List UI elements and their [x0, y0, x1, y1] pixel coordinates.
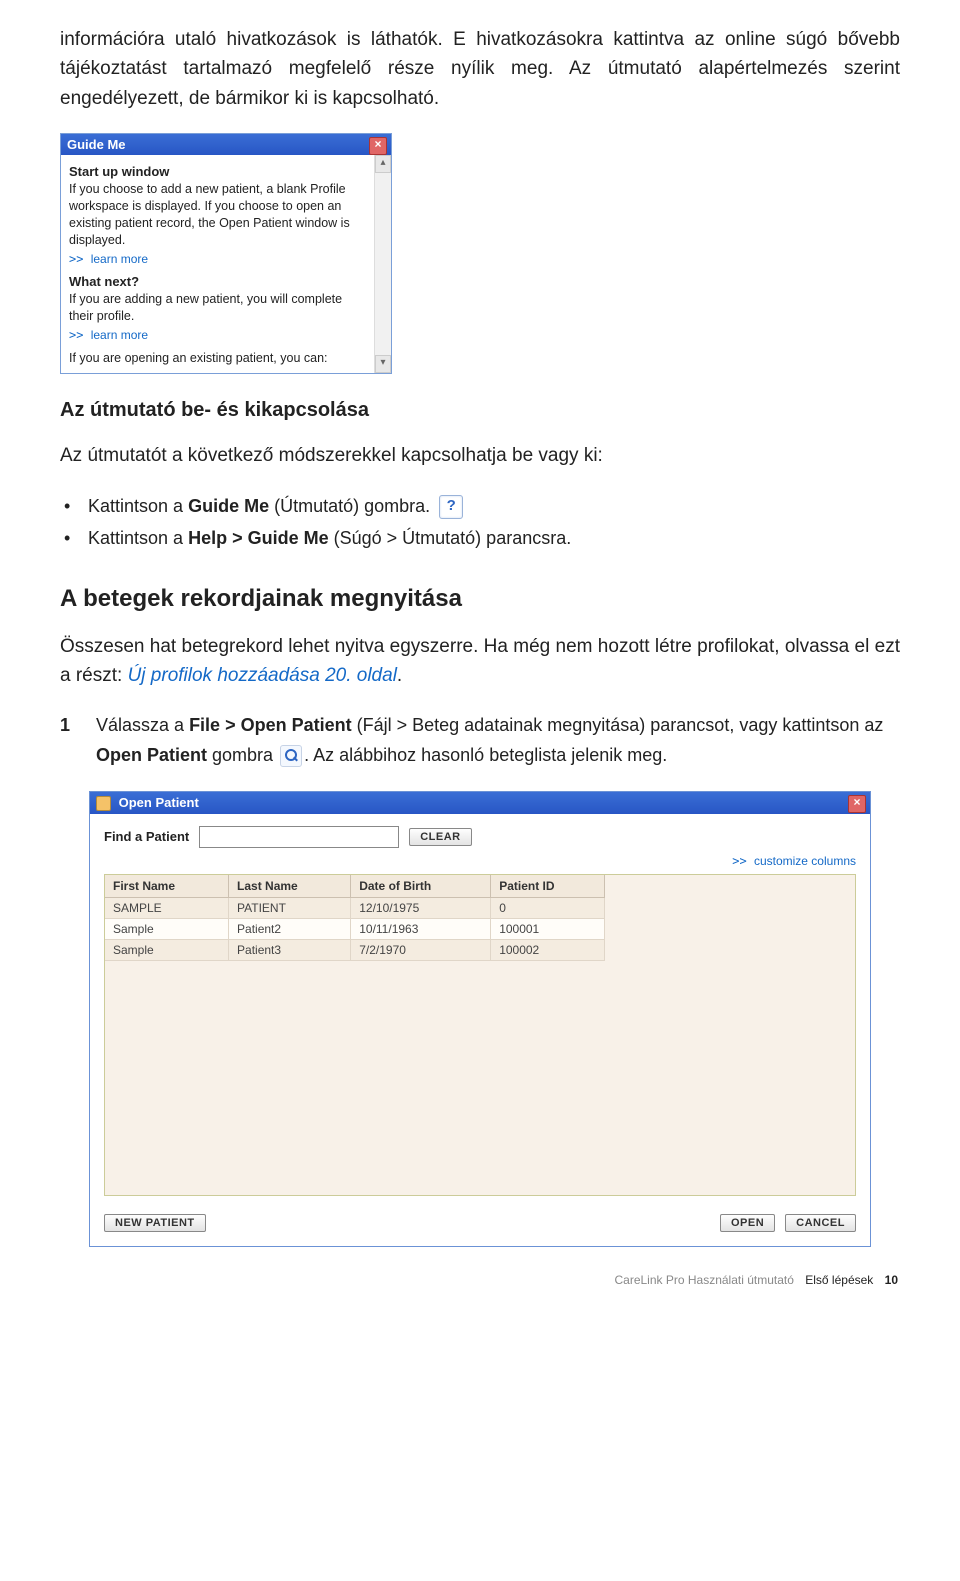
section-toggle-guide-intro: Az útmutatót a következő módszerekkel ka… — [60, 441, 900, 470]
patient-table[interactable]: First Name Last Name Date of Birth Patie… — [104, 874, 856, 1196]
step-number: 1 — [60, 710, 70, 741]
footer-page-number: 10 — [885, 1273, 898, 1287]
table-header-row: First Name Last Name Date of Birth Patie… — [105, 875, 605, 898]
section-open-records-heading: A betegek rekordjainak megnyitása — [60, 585, 900, 613]
col-dob[interactable]: Date of Birth — [351, 875, 491, 898]
guideme-window: Guide Me × Start up window If you choose… — [60, 133, 392, 374]
footer-section: Első lépések — [805, 1273, 873, 1287]
col-first-name[interactable]: First Name — [105, 875, 229, 898]
col-last-name[interactable]: Last Name — [229, 875, 351, 898]
section-toggle-guide-heading: Az útmutató be- és kikapcsolása — [60, 399, 900, 422]
app-icon — [96, 796, 111, 811]
bullet-guide-me: Kattintson a Guide Me (Útmutató) gombra.… — [60, 490, 900, 522]
footer-manual: CareLink Pro Használati útmutató — [614, 1273, 793, 1287]
intro-paragraph: információra utaló hivatkozások is látha… — [60, 25, 900, 113]
guideme-titlebar[interactable]: Guide Me × — [61, 134, 391, 155]
bullet-help-guide-me: Kattintson a Help > Guide Me (Súgó > Útm… — [60, 522, 900, 554]
open-patient-titlebar[interactable]: Open Patient × — [90, 792, 870, 814]
step-1: 1 Válassza a File > Open Patient (Fájl >… — [60, 710, 900, 771]
open-patient-title: Open Patient — [119, 795, 199, 810]
close-icon[interactable]: × — [369, 137, 387, 155]
table-row[interactable]: Sample Patient2 10/11/1963 100001 — [105, 918, 605, 939]
find-patient-input[interactable] — [199, 826, 399, 848]
open-patient-dialog: Open Patient × Find a Patient CLEAR cust… — [89, 791, 871, 1247]
gm-text-1: If you choose to add a new patient, a bl… — [69, 181, 369, 249]
scrollbar[interactable]: ▴ ▾ — [374, 155, 391, 373]
gm-heading-whatnext: What next? — [69, 274, 369, 289]
new-patient-button[interactable]: NEW PATIENT — [104, 1214, 206, 1232]
gm-text-2: If you are adding a new patient, you wil… — [69, 291, 369, 325]
cancel-button[interactable]: CANCEL — [785, 1214, 856, 1232]
page-footer: CareLink Pro Használati útmutató Első lé… — [60, 1273, 900, 1287]
find-patient-label: Find a Patient — [104, 829, 189, 844]
gm-text-3: If you are opening an existing patient, … — [69, 350, 369, 367]
open-button[interactable]: OPEN — [720, 1214, 775, 1232]
customize-columns-link[interactable]: customize columns — [90, 854, 870, 874]
question-icon: ? — [439, 495, 463, 519]
clear-button[interactable]: CLEAR — [409, 828, 471, 846]
gm-learnmore-1[interactable]: learn more — [69, 252, 369, 266]
scroll-down-icon[interactable]: ▾ — [375, 355, 391, 373]
table-row[interactable]: Sample Patient3 7/2/1970 100002 — [105, 939, 605, 960]
guideme-title: Guide Me — [67, 137, 126, 152]
gm-heading-startup: Start up window — [69, 164, 369, 179]
close-icon[interactable]: × — [848, 795, 866, 813]
magnifier-icon — [280, 745, 302, 767]
section-open-records-intro: Összesen hat betegrekord lehet nyitva eg… — [60, 632, 900, 691]
table-row[interactable]: SAMPLE PATIENT 12/10/1975 0 — [105, 897, 605, 918]
col-patient-id[interactable]: Patient ID — [491, 875, 605, 898]
gm-learnmore-2[interactable]: learn more — [69, 328, 369, 342]
link-new-profiles[interactable]: Új profilok hozzáadása 20. oldal — [128, 665, 397, 686]
scroll-up-icon[interactable]: ▴ — [375, 155, 391, 173]
